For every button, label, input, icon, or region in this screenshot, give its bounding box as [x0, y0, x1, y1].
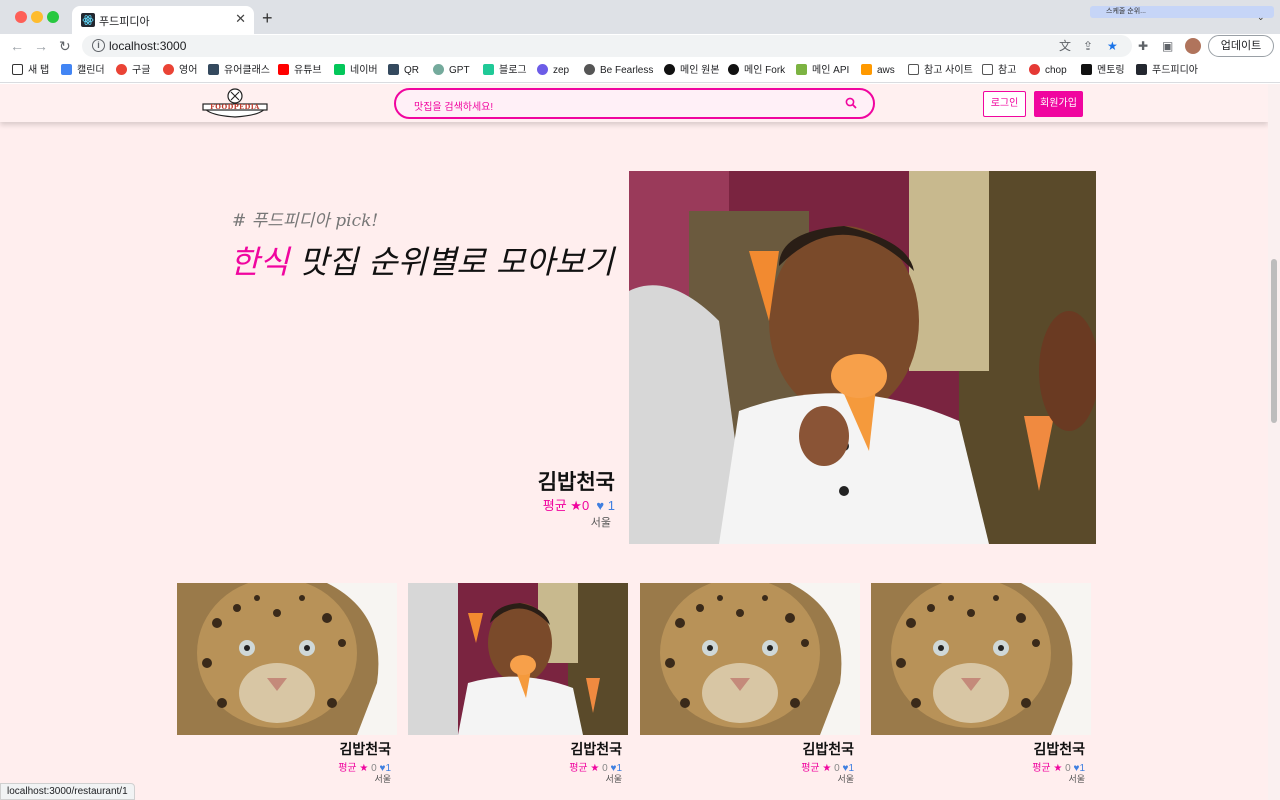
- bookmark-item[interactable]: 메인 API: [796, 64, 849, 77]
- address-bar[interactable]: i localhost:3000 文 ⇪ ★: [82, 35, 1132, 57]
- extensions-icon[interactable]: ✚: [1138, 39, 1148, 53]
- zoom-window-button[interactable]: [47, 11, 59, 23]
- scrollbar-thumb[interactable]: [1271, 259, 1277, 423]
- section-title: 한식 맛집 순위별로 모아보기: [230, 237, 614, 283]
- leopard-photo: [640, 583, 860, 735]
- search-input[interactable]: 맛집을 검색하세요!: [414, 98, 493, 113]
- bookmark-item[interactable]: chop: [1029, 64, 1067, 77]
- bookmark-item[interactable]: 멘토링: [1081, 64, 1125, 77]
- info-icon[interactable]: i: [92, 39, 105, 52]
- featured-restaurant-rating: 평균 ★0 ♥ 1: [470, 495, 615, 514]
- section-title-text: 맛집 순위별로 모아보기: [288, 243, 614, 281]
- bookmark-item[interactable]: 영어: [163, 64, 197, 77]
- restaurant-card[interactable]: 김밥천국 평균 ★ 0 ♥1 서울: [408, 583, 630, 788]
- minimize-window-button[interactable]: [31, 11, 43, 23]
- browser-toolbar: ← → ↻ i localhost:3000 文 ⇪ ★ ✚ ▣ 업데이트: [0, 34, 1280, 59]
- url-text[interactable]: localhost:3000: [109, 39, 186, 53]
- tab-close-icon[interactable]: ✕: [235, 11, 246, 27]
- bookmark-item[interactable]: QR: [388, 64, 419, 77]
- rating-value: 0: [581, 498, 590, 513]
- bookmark-item[interactable]: 새 탭: [12, 64, 49, 77]
- restaurant-card-image[interactable]: [177, 583, 397, 735]
- heart-icon[interactable]: ♥: [593, 498, 604, 513]
- restaurant-card[interactable]: 김밥천국 평균 ★ 0 ♥1 서울: [871, 583, 1093, 788]
- reload-icon[interactable]: ↻: [59, 38, 71, 54]
- restaurant-card-region: 서울: [605, 774, 622, 784]
- restaurant-card-image[interactable]: [408, 583, 628, 735]
- boy-eating-ice-cream-photo: [629, 171, 1096, 544]
- bookmark-item[interactable]: 구글: [116, 64, 150, 77]
- bookmark-item[interactable]: zep: [537, 64, 569, 77]
- link-status-bar: localhost:3000/restaurant/1: [0, 783, 135, 800]
- bookmark-item[interactable]: GPT: [433, 64, 470, 77]
- bookmark-item[interactable]: 메인 Fork: [728, 64, 785, 77]
- foodpedia-logo[interactable]: FOODPEDIA: [200, 87, 270, 119]
- restaurant-card-name[interactable]: 김밥천국: [871, 739, 1085, 759]
- bookmark-item[interactable]: aws: [861, 64, 895, 77]
- page-viewport: FOODPEDIA 맛집을 검색하세요! 로그인 회원가입 # 푸드피디아 pi…: [0, 84, 1280, 800]
- new-tab-button[interactable]: +: [262, 8, 273, 28]
- back-arrow-icon[interactable]: ←: [10, 38, 24, 54]
- forward-arrow-icon[interactable]: →: [34, 38, 48, 54]
- restaurant-card-image[interactable]: [640, 583, 860, 735]
- bookmark-item[interactable]: 유어클래스: [208, 64, 270, 77]
- restaurant-card-name[interactable]: 김밥천국: [177, 739, 391, 759]
- bookmark-item[interactable]: 네이버: [334, 64, 378, 77]
- restaurant-card-name[interactable]: 김밥천국: [640, 739, 854, 759]
- login-button[interactable]: 로그인: [983, 91, 1026, 117]
- featured-restaurant-name[interactable]: 김밥천국: [470, 466, 615, 496]
- chevron-down-icon[interactable]: ⌄: [1257, 12, 1265, 23]
- profile-indicator[interactable]: 스케줄 순위...: [1090, 6, 1274, 18]
- logo-text: FOODPEDIA: [210, 103, 260, 111]
- bookmark-item[interactable]: Be Fearless: [584, 64, 653, 77]
- side-panel-icon[interactable]: ▣: [1162, 39, 1173, 53]
- bookmark-item[interactable]: 푸드피디아: [1136, 64, 1198, 77]
- close-window-button[interactable]: [15, 11, 27, 23]
- bookmark-item[interactable]: 유튜브: [278, 64, 322, 77]
- restaurant-card-region: 서울: [374, 774, 391, 784]
- section-tag: # 푸드피디아 pick!: [232, 211, 379, 231]
- share-icon[interactable]: ⇪: [1083, 39, 1093, 53]
- bookmark-item[interactable]: 참고 사이트: [908, 64, 973, 77]
- browser-titlebar: 푸드피디아 ✕ + 스케줄 순위... ⌄: [0, 0, 1280, 34]
- site-header: FOODPEDIA 맛집을 검색하세요! 로그인 회원가입: [0, 84, 1268, 122]
- bookmark-item[interactable]: 참고: [982, 64, 1016, 77]
- rating-label: 평균: [542, 498, 567, 513]
- restaurant-card[interactable]: 김밥천국 평균 ★ 0 ♥1 서울: [640, 583, 862, 788]
- restaurant-card-region: 서울: [837, 774, 854, 784]
- signup-button[interactable]: 회원가입: [1034, 91, 1083, 117]
- likes-count: 1: [607, 498, 615, 513]
- profile-label: 스케줄 순위...: [1106, 8, 1146, 15]
- search-icon[interactable]: [845, 97, 857, 109]
- restaurant-card-region: 서울: [1068, 774, 1085, 784]
- leopard-photo: [871, 583, 1091, 735]
- update-button[interactable]: 업데이트: [1208, 35, 1274, 57]
- bookmark-item[interactable]: 메인 원본: [664, 64, 720, 77]
- featured-restaurant-region: 서울: [590, 517, 611, 529]
- search-bar[interactable]: 맛집을 검색하세요!: [394, 88, 875, 119]
- bookmark-star-icon[interactable]: ★: [1107, 39, 1118, 53]
- avatar[interactable]: [1185, 38, 1201, 54]
- react-icon: [81, 13, 95, 27]
- bookmarks-bar: 새 탭 캘린더 구글 영어 유어클래스 유튜브 네이버 QR GPT 블로그 z…: [0, 59, 1280, 83]
- boy-eating-ice-cream-photo: [408, 583, 628, 735]
- scrollbar-track[interactable]: [1268, 84, 1280, 800]
- restaurant-card[interactable]: 김밥천국 평균 ★ 0 ♥1 서울: [177, 583, 399, 788]
- tab-title: 푸드피디아: [99, 16, 150, 28]
- browser-tab[interactable]: 푸드피디아 ✕: [72, 6, 254, 34]
- leopard-photo: [177, 583, 397, 735]
- category-accent[interactable]: 한식: [230, 243, 289, 281]
- bookmark-item[interactable]: 블로그: [483, 64, 527, 77]
- restaurant-card-name[interactable]: 김밥천국: [408, 739, 622, 759]
- translate-icon[interactable]: 文: [1059, 39, 1071, 53]
- star-icon: ★: [570, 498, 582, 513]
- featured-restaurant-image[interactable]: [629, 171, 1096, 544]
- restaurant-card-image[interactable]: [871, 583, 1091, 735]
- bookmark-item[interactable]: 캘린더: [61, 64, 105, 77]
